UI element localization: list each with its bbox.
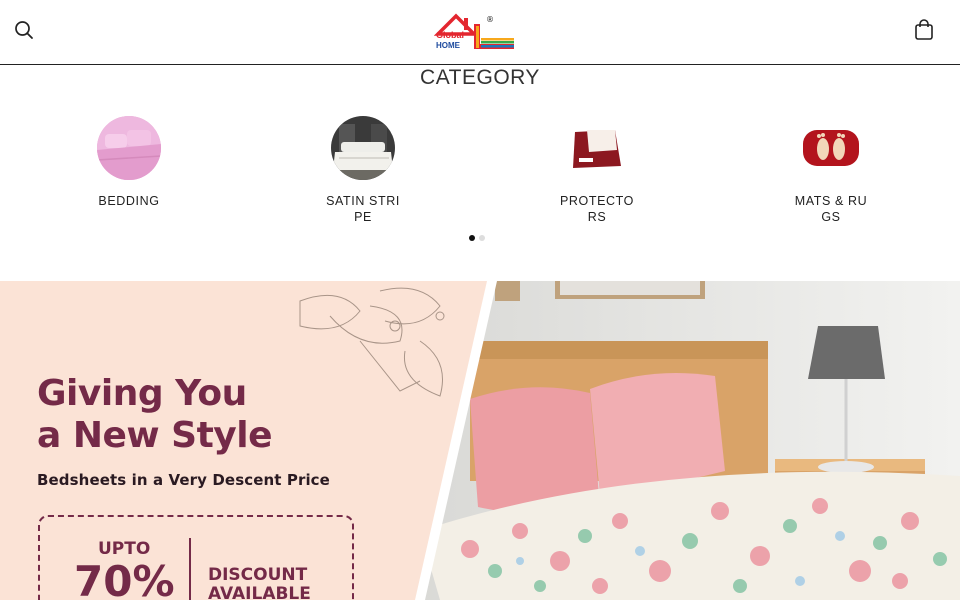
carousel-dot-active[interactable] xyxy=(469,235,475,241)
pink-bedding-image xyxy=(97,116,161,180)
offer-discount-line-1: DISCOUNT xyxy=(208,565,308,585)
search-icon[interactable] xyxy=(10,16,38,44)
site-header: ® Global HOME xyxy=(0,0,960,65)
red-mats-image xyxy=(799,116,863,180)
offer-percent: 70% xyxy=(74,557,175,600)
shopping-bag-icon[interactable] xyxy=(910,16,938,44)
offer-discount-line-2: AVAILABLE xyxy=(208,584,311,600)
category-item-mats-rugs[interactable]: MATS & RUGS xyxy=(771,116,891,225)
offer-discount: DISCOUNT AVAILABLE xyxy=(208,566,311,600)
category-label: MATS & RUGS xyxy=(794,194,868,224)
banner-headline-line-1: Giving You xyxy=(37,373,247,414)
category-item-satin-stripe[interactable]: SATIN STRIPE xyxy=(303,116,423,225)
promo-banner[interactable]: Giving You a New Style Bedsheets in a Ve… xyxy=(0,281,960,600)
maroon-protector-image xyxy=(565,116,629,180)
category-label: PROTECTORS xyxy=(559,194,635,224)
logo-line-2: HOME xyxy=(436,41,461,50)
carousel-dot[interactable] xyxy=(479,235,485,241)
logo-line-1: Global xyxy=(436,30,464,40)
offer-upto: UPTO xyxy=(98,539,151,559)
global-home-logo[interactable]: ® Global HOME xyxy=(433,12,516,52)
category-item-protectors[interactable]: PROTECTORS xyxy=(537,116,657,225)
offer-divider xyxy=(189,538,191,600)
logo-registered: ® xyxy=(486,15,494,24)
banner-headline-line-2: a New Style xyxy=(37,415,273,456)
category-label: SATIN STRIPE xyxy=(326,194,400,224)
category-item-bedding[interactable]: BEDDING xyxy=(69,116,189,209)
satin-stripe-bed-image xyxy=(331,116,395,180)
banner-headline: Giving You a New Style xyxy=(37,373,273,457)
banner-subheading: Bedsheets in a Very Descent Price xyxy=(37,471,330,489)
carousel-dots xyxy=(469,235,485,241)
category-title: CATEGORY xyxy=(420,66,540,89)
category-label: BEDDING xyxy=(98,194,160,208)
